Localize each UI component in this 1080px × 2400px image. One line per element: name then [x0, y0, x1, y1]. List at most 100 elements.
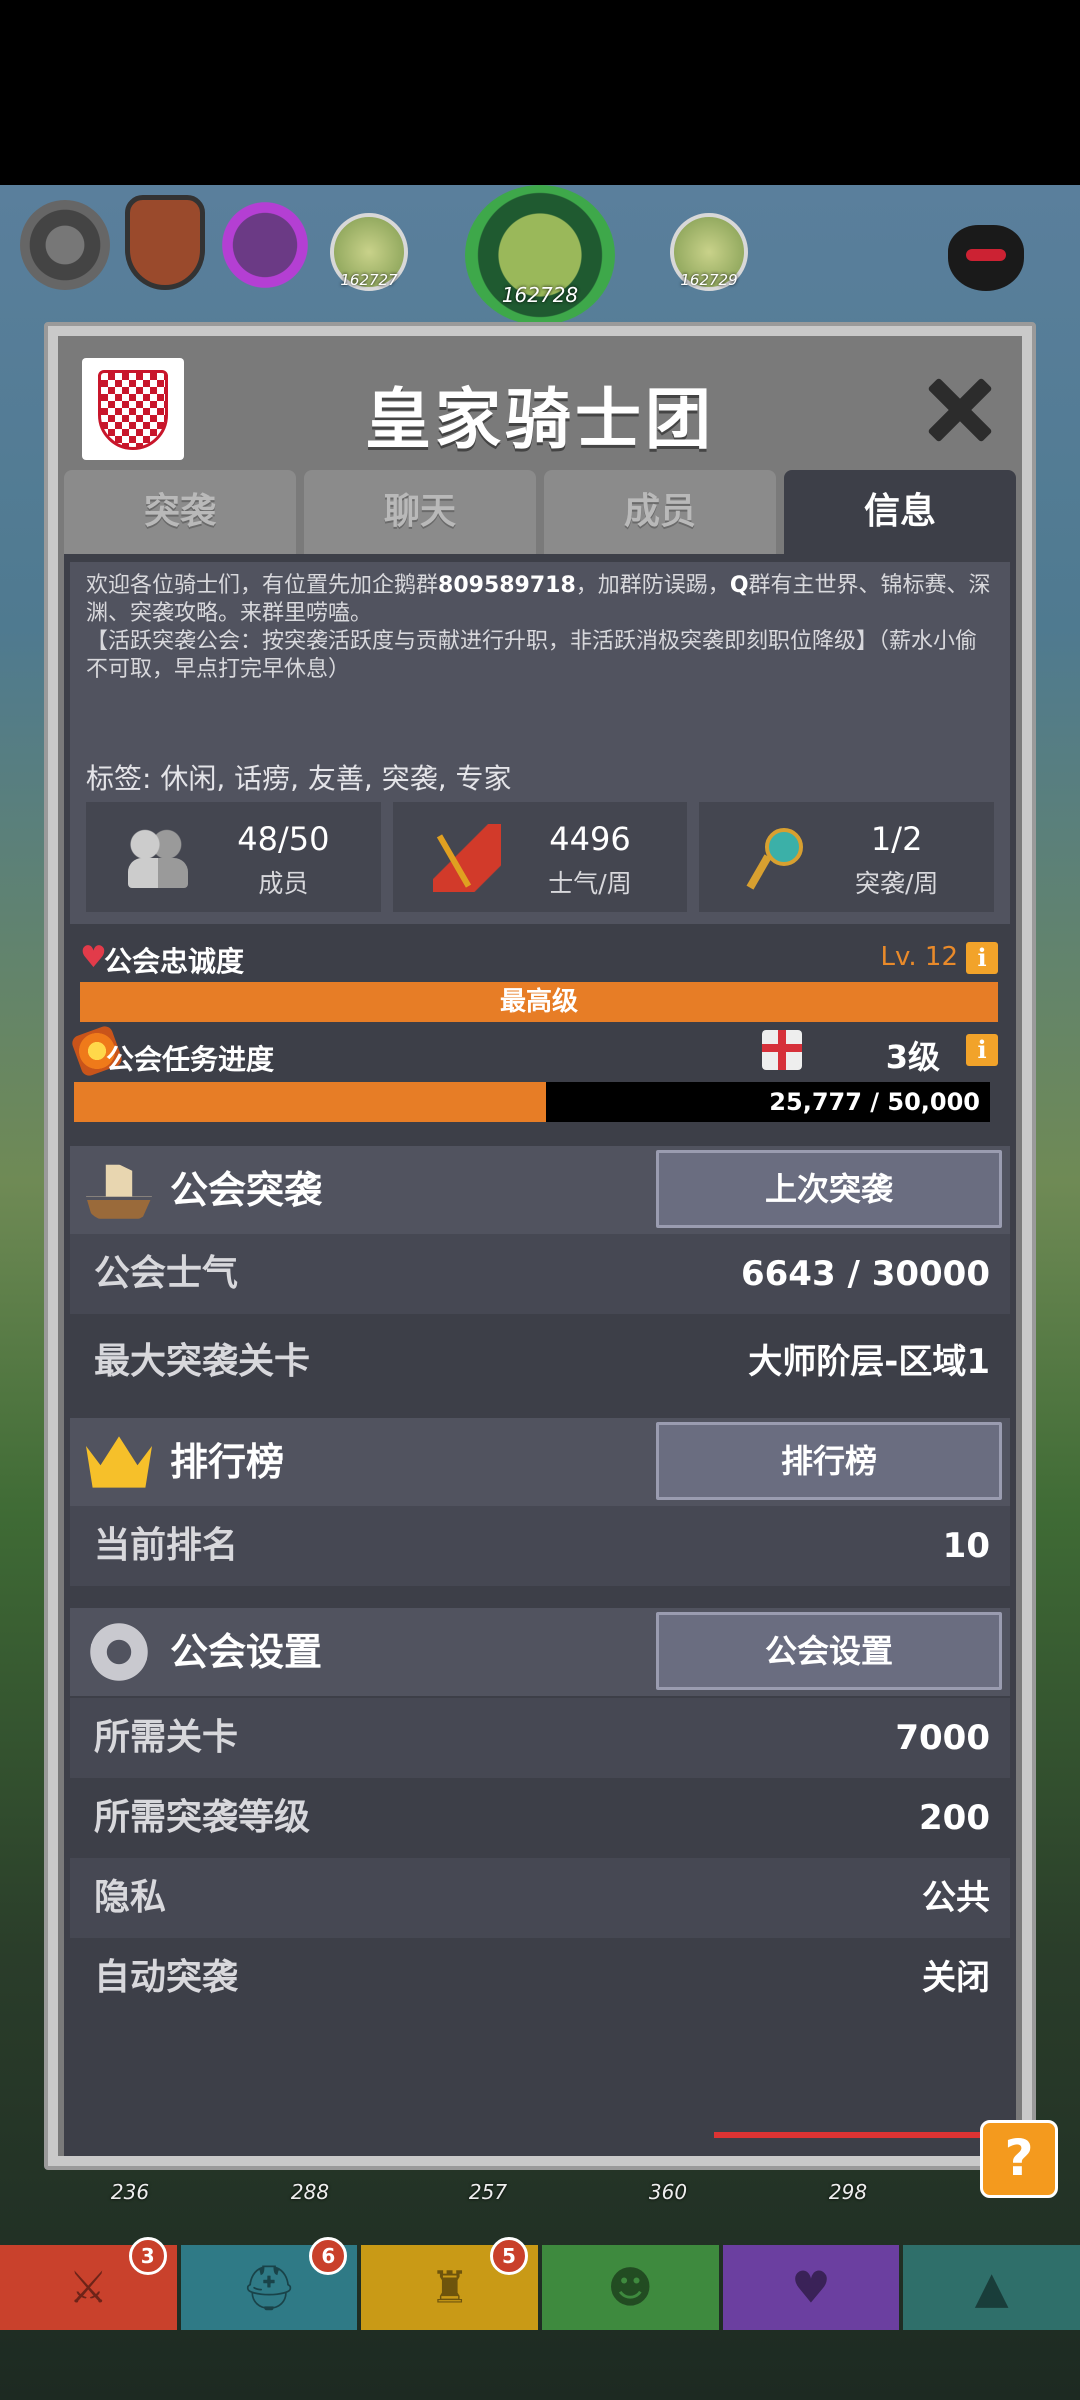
key-icon — [739, 824, 807, 892]
row-key: 自动突袭 — [94, 1957, 239, 1998]
settings-section-header: 公会设置 公会设置 — [70, 1608, 1010, 1696]
task-label: 公会任务进度 — [106, 1043, 275, 1076]
stat-label: 突袭/周 — [854, 869, 939, 898]
guild-stats: 48/50 成员 4496 士气/周 1/2 突袭/周 — [86, 802, 995, 912]
task-info-button[interactable]: i — [966, 1034, 998, 1066]
section-title: 公会突袭 — [170, 1168, 323, 1212]
tab-chat[interactable]: 聊天 — [304, 470, 536, 554]
level-node-label: 162727 — [340, 271, 398, 289]
modal-body: 皇家骑士团 突袭 聊天 成员 信息 欢迎各位骑士们，有位置先加企鹅群809589… — [58, 336, 1022, 2156]
task-progress-fill — [74, 1082, 547, 1122]
demon-icon: ☻ — [607, 2262, 654, 2313]
row-value: 公共 — [922, 1878, 990, 1918]
guild-shield-icon — [98, 370, 168, 450]
bottom-tab-weapons[interactable]: ⚔ 3 — [0, 2237, 177, 2330]
info-row: 所需突袭等级 200 — [70, 1778, 1010, 1858]
stat-value: 1/2 — [870, 820, 923, 858]
notification-badge: 3 — [128, 2237, 167, 2275]
armor-icon: ♜ — [429, 2262, 470, 2313]
hero-bubble-count: 236 — [110, 2180, 150, 2204]
guild-tags: 标签: 休闲, 话痨, 友善, 突袭, 专家 — [86, 762, 512, 795]
row-value: 200 — [919, 1798, 990, 1838]
bottom-tab-helmets[interactable]: ⛑ 6 — [180, 2237, 358, 2330]
info-row: 所需关卡 7000 — [70, 1698, 1010, 1778]
guild-title: 皇家骑士团 — [365, 381, 715, 458]
stat-label: 成员 — [258, 869, 309, 898]
task-progress-text: 25,777 / 50,000 — [769, 1088, 980, 1116]
last-raid-button[interactable]: 上次突袭 — [656, 1150, 1002, 1228]
stat-morale: 4496 士气/周 — [392, 802, 688, 912]
row-key: 当前排名 — [94, 1525, 239, 1566]
guild-description: 欢迎各位骑士们，有位置先加企鹅群809589718，加群防误踢，Q群有主世界、锦… — [86, 572, 994, 684]
guild-description-box: 欢迎各位骑士们，有位置先加企鹅群809589718，加群防误踢，Q群有主世界、锦… — [70, 562, 1010, 924]
loyalty-label: 公会忠诚度 — [104, 945, 245, 978]
guild-settings-button[interactable]: 公会设置 — [656, 1612, 1002, 1690]
bottom-tab-bar: ⚔ 3 ⛑ 6 ♜ 5 ☻ ♥ ▲ — [0, 2237, 1080, 2330]
row-value: 大师阶层-区域1 — [748, 1342, 990, 1382]
bottom-tab-armor[interactable]: ♜ 5 — [361, 2237, 539, 2330]
help-button[interactable]: ? — [980, 2120, 1058, 2198]
crown-icon — [86, 1436, 152, 1488]
stat-members: 48/50 成员 — [86, 802, 381, 912]
gift-icon[interactable] — [762, 1030, 802, 1070]
description-text: 【活跃突袭公会：按突袭活跃度与贡献进行升职，非活跃消极突袭即刻职位降级】（薪水小… — [86, 629, 978, 682]
row-key: 所需突袭等级 — [94, 1797, 311, 1838]
row-value: 6643 / 30000 — [740, 1254, 990, 1294]
level-node[interactable]: 162727 — [330, 213, 408, 291]
bottom-tab-shop[interactable]: ▲ — [903, 2245, 1080, 2330]
loyalty-bar-text: 最高级 — [499, 987, 578, 1017]
hero-bubble-count: 288 — [290, 2180, 330, 2204]
sword-badge-icon[interactable] — [215, 195, 315, 295]
description-text: 欢迎各位骑士们，有位置先加企鹅群 — [86, 573, 439, 598]
raid-section-header: 公会突袭 上次突袭 — [70, 1146, 1010, 1234]
top-hud: 162727 162728 162729 — [0, 185, 1080, 325]
tab-raid[interactable]: 突袭 — [64, 470, 296, 554]
stat-value: 48/50 — [237, 820, 330, 858]
row-key: 公会士气 — [94, 1253, 239, 1294]
description-text: Q — [729, 573, 749, 598]
rank-section-header: 排行榜 排行榜 — [70, 1418, 1010, 1506]
description-text: ，加群防误踢， — [575, 573, 730, 598]
tab-info[interactable]: 信息 — [784, 470, 1016, 554]
info-row: 自动突袭 关闭 — [70, 1938, 1010, 2018]
description-text: 809589718 — [438, 573, 576, 598]
guild-tabs: 突袭 聊天 成员 信息 — [64, 470, 1016, 554]
info-content[interactable]: 欢迎各位骑士们，有位置先加企鹅群809589718，加群防误踢，Q群有主世界、锦… — [64, 554, 1016, 2156]
hero-bubble-count: 360 — [648, 2180, 688, 2204]
close-button[interactable] — [924, 374, 994, 444]
row-key: 最大突袭关卡 — [94, 1341, 311, 1382]
row-value: 7000 — [895, 1718, 990, 1758]
stat-value: 4496 — [549, 820, 631, 858]
task-progress-bar: 25,777 / 50,000 — [74, 1082, 990, 1122]
task-row: 公会任务进度 3级 i 25,777 / 50,000 — [64, 1024, 1016, 1130]
info-row: 最大突袭关卡 大师阶层-区域1 — [70, 1322, 1010, 1402]
row-key: 隐私 — [94, 1877, 167, 1918]
loyalty-level: Lv. 12 — [880, 942, 958, 972]
guild-shield-icon[interactable] — [125, 195, 205, 290]
bottom-tab-demons[interactable]: ☻ — [542, 2245, 719, 2330]
level-node[interactable]: 162729 — [670, 213, 748, 291]
stat-raids: 1/2 突袭/周 — [699, 802, 995, 912]
guild-crest — [82, 358, 184, 460]
bottom-tab-pets[interactable]: ♥ — [722, 2245, 900, 2330]
notification-badge: 5 — [490, 2237, 529, 2275]
guild-info-modal: 皇家骑士团 突袭 聊天 成员 信息 欢迎各位骑士们，有位置先加企鹅群809589… — [44, 322, 1036, 2170]
row-key: 所需关卡 — [94, 1717, 239, 1758]
loyalty-info-button[interactable]: i — [966, 942, 998, 974]
sword-icon: ⚔ — [68, 2262, 109, 2313]
row-value: 关闭 — [922, 1958, 990, 1998]
section-title: 公会设置 — [170, 1630, 323, 1674]
notification-badge: 6 — [309, 2237, 348, 2275]
hero-bubble-count: 257 — [468, 2180, 508, 2204]
helmet-icon: ⛑ — [241, 2262, 297, 2314]
section-title: 排行榜 — [170, 1440, 285, 1484]
heart-icon: ♥ — [791, 2262, 831, 2313]
devil-icon[interactable] — [948, 225, 1024, 291]
ship-icon — [86, 1158, 152, 1219]
tab-members[interactable]: 成员 — [544, 470, 776, 554]
level-node-current[interactable]: 162728 — [465, 185, 615, 325]
leaderboard-button[interactable]: 排行榜 — [656, 1422, 1002, 1500]
stat-label: 士气/周 — [548, 869, 632, 898]
settings-gear-icon[interactable] — [20, 200, 110, 290]
task-grade: 3级 — [885, 1038, 940, 1076]
